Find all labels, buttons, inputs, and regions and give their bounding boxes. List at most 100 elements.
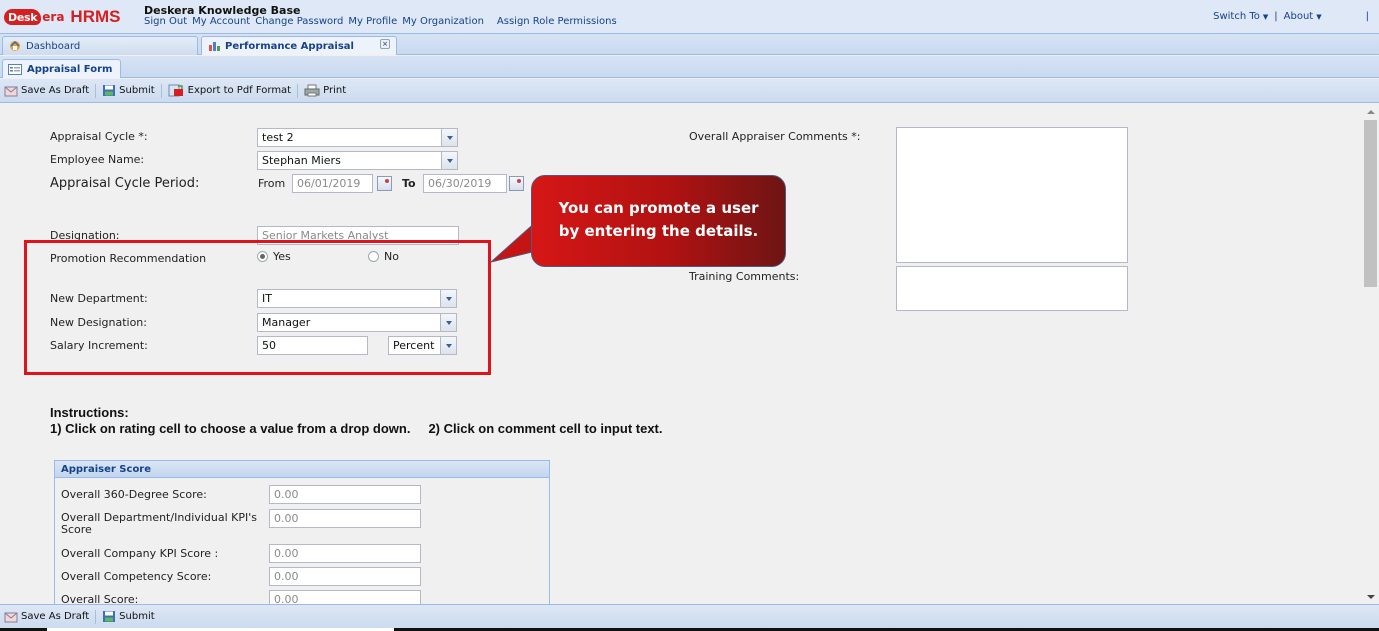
from-calendar-icon[interactable] [377,176,392,191]
promotion-yes-label: Yes [273,250,291,263]
employee-name-dropdown-icon[interactable] [441,151,458,170]
instruction-step-1: 1) Click on rating cell to choose a valu… [50,421,411,436]
tab-performance-appraisal[interactable]: Performance Appraisal × [201,36,397,55]
training-comments-label: Training Comments: [689,270,800,283]
draft-envelope-icon [4,612,18,623]
score-competency-field: 0.00 [269,567,421,586]
close-tab-icon[interactable]: × [380,39,390,49]
export-pdf-label: Export to Pdf Format [187,85,292,96]
callout-line-1: You can promote a user [558,199,759,217]
sub-tab-bar: Appraisal Form [0,56,1379,78]
tab-dashboard[interactable]: Dashboard [2,36,198,55]
appraisal-cycle-dropdown-icon[interactable] [441,128,458,147]
bottom-submit-button[interactable]: Submit [102,610,155,623]
save-as-draft-button[interactable]: Save As Draft [4,84,89,97]
deskera-logo: Desk era HRMS [4,6,120,28]
score-company-kpi-label: Overall Company KPI Score : [61,547,219,560]
logo-cloud: Desk [4,9,42,25]
promotion-yes-radio[interactable]: Yes [257,250,291,263]
my-profile-link[interactable]: My Profile [348,16,397,27]
tab-dashboard-label: Dashboard [26,40,81,52]
switch-to-menu[interactable]: Switch To ▼ [1213,11,1268,22]
instructions: Instructions: 1) Click on rating cell to… [50,405,681,437]
salary-unit-combo[interactable]: Percent [388,336,441,355]
print-label: Print [323,85,347,96]
score-360-label: Overall 360-Degree Score: [61,488,207,501]
about-menu[interactable]: About ▼ [1284,11,1322,22]
change-password-link[interactable]: Change Password [255,16,343,27]
caret-down-icon: ▼ [1316,13,1322,21]
bottom-save-as-draft-label: Save As Draft [21,611,90,622]
new-designation-label: New Designation: [50,316,147,329]
employee-name-label: Employee Name: [50,153,145,166]
new-department-label: New Department: [50,292,148,305]
salary-unit-dropdown-icon[interactable] [440,336,457,355]
from-date-field[interactable]: 06/01/2019 [292,174,373,193]
new-designation-combo[interactable]: Manager [257,313,441,332]
menu-separator: | [1365,11,1369,22]
appraisal-cycle-label: Appraisal Cycle *: [50,130,148,143]
appraiser-score-title: Appraiser Score [55,461,549,478]
vertical-scrollbar[interactable] [1362,104,1379,604]
new-department-dropdown-icon[interactable] [440,289,457,308]
appraisal-chart-icon [209,42,220,51]
scroll-thumb[interactable] [1364,120,1377,287]
to-label: To [402,177,416,190]
main-tab-bar: Dashboard Performance Appraisal × [0,33,1379,55]
promotion-callout: You can promote a user by entering the d… [531,175,786,267]
export-pdf-button[interactable]: Export to Pdf Format [168,84,291,97]
radio-selected-icon [257,251,268,262]
top-links: Sign Out My Account Change Password My P… [144,16,622,27]
logo-product: HRMS [70,7,121,26]
salary-increment-input[interactable]: 50 [257,336,368,355]
appraiser-score-panel: Appraiser Score Overall 360-Degree Score… [54,460,550,604]
toolbar-separator [95,83,97,98]
tab-appraisal-form[interactable]: Appraisal Form [2,59,121,78]
score-360-field: 0.00 [269,485,421,504]
app-header: Desk era HRMS Deskera Knowledge Base Sig… [0,0,1379,33]
toolbar-separator [160,83,162,98]
score-dept-kpi-label-line2: Score [61,523,92,536]
submit-button[interactable]: Submit [102,84,155,97]
my-account-link[interactable]: My Account [192,16,250,27]
sign-out-link[interactable]: Sign Out [144,16,187,27]
form-content: Appraisal Cycle *: test 2 Employee Name:… [0,104,1362,604]
appraisal-cycle-combo[interactable]: test 2 [257,128,443,147]
training-comments-textarea[interactable] [896,266,1128,311]
scroll-down-arrow-icon[interactable] [1367,595,1375,599]
bottom-save-as-draft-button[interactable]: Save As Draft [4,610,89,623]
overall-comments-label: Overall Appraiser Comments *: [689,130,861,143]
pdf-export-icon [168,84,183,97]
to-calendar-icon[interactable] [509,176,524,191]
bottom-submit-label: Submit [119,611,155,622]
submit-label: Submit [119,85,155,96]
promotion-no-radio[interactable]: No [368,250,399,263]
employee-name-combo[interactable]: Stephan Miers [257,151,443,170]
overall-comments-textarea[interactable] [896,127,1128,263]
form-icon [8,63,22,75]
bottom-toolbar: Save As Draft Submit [0,604,1379,628]
radio-unselected-icon [368,251,379,262]
save-as-draft-label: Save As Draft [21,85,90,96]
tab-appraisal-form-label: Appraisal Form [27,63,113,75]
menu-separator: | [1274,11,1278,22]
assign-role-permissions-link[interactable]: Assign Role Permissions [497,16,617,27]
appraiser-score-body: Overall 360-Degree Score: 0.00 Overall D… [61,483,544,604]
top-toolbar: Save As Draft Submit Export to Pdf Forma… [0,79,1379,103]
to-date-field[interactable]: 06/30/2019 [423,174,507,193]
toolbar-separator [297,83,299,98]
score-company-kpi-field: 0.00 [269,544,421,563]
my-organization-link[interactable]: My Organization [402,16,484,27]
switch-to-label: Switch To [1213,11,1260,22]
new-department-combo[interactable]: IT [257,289,441,308]
from-label: From [258,177,286,190]
instructions-title: Instructions: [50,405,129,420]
caret-down-icon: ▼ [1262,13,1269,21]
save-disk-icon [103,85,116,96]
save-disk-icon [103,611,116,622]
scroll-up-arrow-icon[interactable] [1367,110,1375,114]
instruction-step-2: 2) Click on comment cell to input text. [428,421,663,436]
new-designation-dropdown-icon[interactable] [440,313,457,332]
tab-performance-appraisal-label: Performance Appraisal [225,40,354,52]
print-button[interactable]: Print [304,84,346,97]
